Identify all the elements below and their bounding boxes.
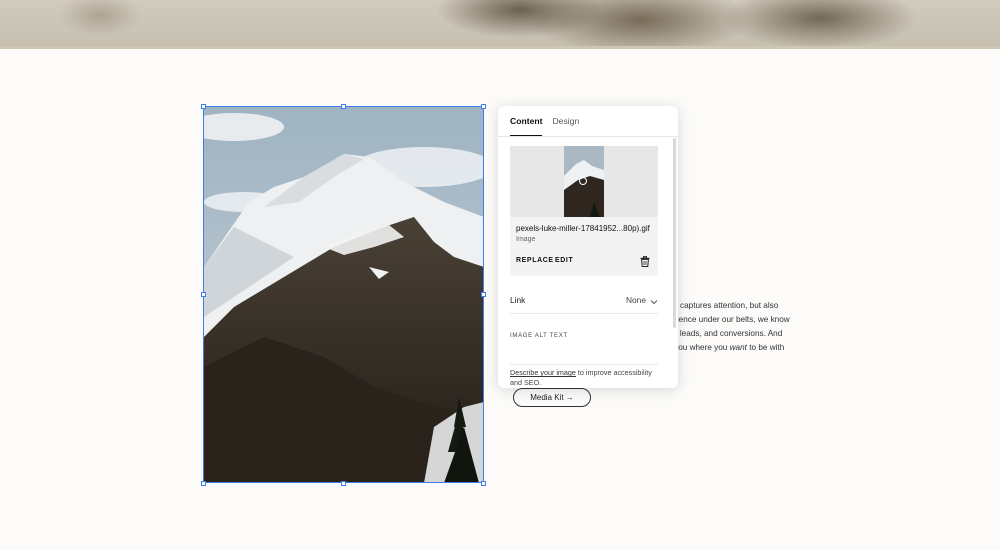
alt-text-help: Describe your image to improve accessibi… xyxy=(510,368,660,387)
tab-content[interactable]: Content xyxy=(510,116,543,136)
resize-handle-bottom[interactable] xyxy=(341,481,346,486)
media-kit-button[interactable]: Media Kit → xyxy=(513,388,591,407)
tab-design[interactable]: Design xyxy=(552,116,579,136)
panel-scrollbar[interactable] xyxy=(673,138,676,328)
panel-tabs: Content Design xyxy=(498,106,678,137)
chevron-down-icon[interactable] xyxy=(650,294,658,312)
body-paragraph: r captures attention, but also perience … xyxy=(665,299,805,355)
link-label: Link xyxy=(510,295,526,305)
resize-handle-top-right[interactable] xyxy=(481,104,486,109)
resize-handle-bottom-right[interactable] xyxy=(481,481,486,486)
link-value[interactable]: None xyxy=(626,295,646,305)
trash-icon[interactable] xyxy=(640,254,650,272)
paragraph-line: ffic, leads, and conversions. And xyxy=(665,329,783,338)
edit-button[interactable]: EDIT xyxy=(555,257,573,264)
header-texture-banner xyxy=(0,0,1000,49)
resize-handle-bottom-left[interactable] xyxy=(201,481,206,486)
paragraph-text: to be with xyxy=(746,343,785,352)
file-type: Image xyxy=(516,236,536,243)
image-file-card: pexels-luke-miller-17841952...80p).gif I… xyxy=(510,146,658,276)
loading-spinner-icon xyxy=(579,177,587,185)
alt-text-input[interactable] xyxy=(510,364,658,365)
alt-text-label: IMAGE ALT TEXT xyxy=(510,333,568,339)
paragraph-line: perience under our belts, we know xyxy=(665,315,790,324)
resize-handle-right[interactable] xyxy=(481,292,486,297)
resize-handle-top[interactable] xyxy=(341,104,346,109)
file-name: pexels-luke-miller-17841952...80p).gif xyxy=(516,224,650,233)
resize-handle-top-left[interactable] xyxy=(201,104,206,109)
paragraph-line: r captures attention, but also xyxy=(675,301,779,310)
resize-handle-left[interactable] xyxy=(201,292,206,297)
link-setting-row[interactable]: Link None xyxy=(510,291,658,314)
paragraph-line: et you where you want to be with xyxy=(665,341,805,355)
paragraph-emphasis: want xyxy=(729,343,747,352)
replace-button[interactable]: REPLACE xyxy=(516,257,554,264)
image-preview[interactable] xyxy=(510,146,658,217)
mountain-image[interactable] xyxy=(204,107,484,483)
image-settings-panel: Content Design pexels-luke-miller-178419… xyxy=(498,106,678,388)
describe-image-link[interactable]: Describe your image xyxy=(510,368,576,377)
